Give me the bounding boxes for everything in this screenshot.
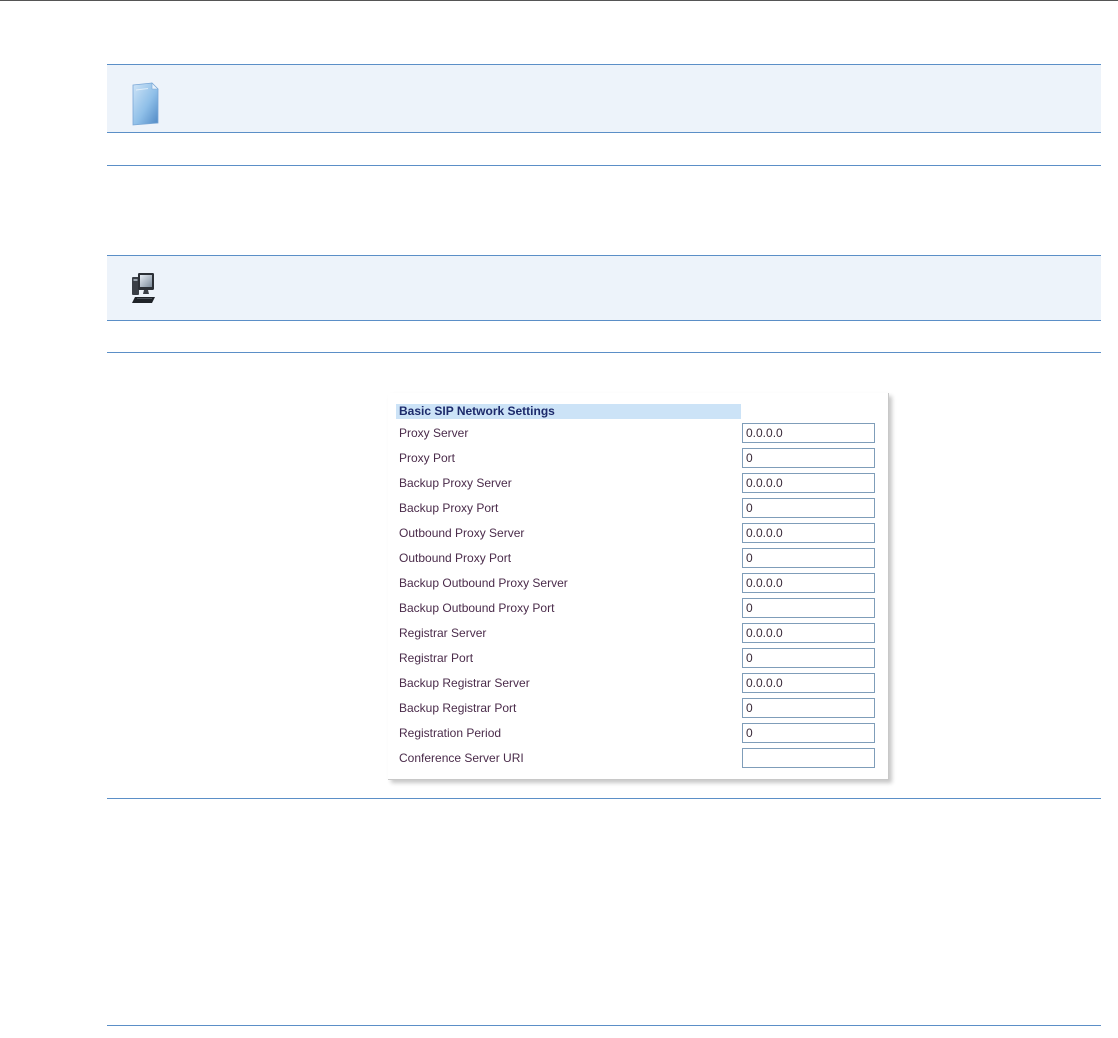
note-band (107, 65, 1101, 132)
field-label: Backup Outbound Proxy Server (399, 576, 568, 590)
field-row: Conference Server URI (388, 746, 888, 771)
field-label: Proxy Server (399, 426, 469, 440)
field-input[interactable] (742, 598, 875, 618)
field-row: Backup Proxy Port (388, 496, 888, 521)
panel-title: Basic SIP Network Settings (396, 404, 741, 419)
note-bottom-rule (107, 132, 1101, 133)
field-row: Registrar Server (388, 621, 888, 646)
field-label: Proxy Port (399, 451, 456, 465)
field-row: Backup Registrar Port (388, 696, 888, 721)
note-top-rule (107, 64, 1101, 65)
field-label: Registrar Server (399, 626, 487, 640)
web-ui-band (107, 256, 1101, 320)
field-label: Outbound Proxy Server (399, 526, 525, 540)
field-input[interactable] (742, 698, 875, 718)
field-row: Backup Proxy Server (388, 471, 888, 496)
field-row: Proxy Server (388, 421, 888, 446)
field-label: Outbound Proxy Port (399, 551, 512, 565)
field-input[interactable] (742, 723, 875, 743)
section-rule-2 (107, 352, 1101, 353)
field-label: Backup Registrar Port (399, 701, 517, 715)
web-ui-top-rule (107, 255, 1101, 256)
field-input[interactable] (742, 498, 875, 518)
field-input[interactable] (742, 473, 875, 493)
field-row: Backup Outbound Proxy Server (388, 571, 888, 596)
field-row: Proxy Port (388, 446, 888, 471)
field-input[interactable] (742, 573, 875, 593)
field-label: Backup Outbound Proxy Port (399, 601, 555, 615)
section-rule-1 (107, 165, 1101, 166)
document-icon (130, 81, 160, 126)
field-label: Backup Registrar Server (399, 676, 530, 690)
field-row: Registrar Port (388, 646, 888, 671)
basic-sip-network-settings-panel: Basic SIP Network Settings Proxy ServerP… (388, 393, 889, 780)
field-label: Registrar Port (399, 651, 474, 665)
page-top-rule (0, 0, 1118, 1)
field-row: Backup Outbound Proxy Port (388, 596, 888, 621)
section-rule-3 (107, 798, 1101, 799)
field-input[interactable] (742, 623, 875, 643)
field-label: Conference Server URI (399, 751, 524, 765)
field-input[interactable] (742, 448, 875, 468)
section-rule-4 (107, 1025, 1101, 1026)
field-input[interactable] (742, 648, 875, 668)
field-label: Registration Period (399, 726, 502, 740)
field-input[interactable] (742, 673, 875, 693)
web-ui-bottom-rule (107, 320, 1101, 321)
settings-field-list: Proxy Server Proxy Port Backup Proxy Serve… (388, 421, 888, 771)
field-label: Backup Proxy Server (399, 476, 512, 490)
field-row: Registration Period (388, 721, 888, 746)
field-label: Backup Proxy Port (399, 501, 499, 515)
field-input[interactable] (742, 748, 875, 768)
field-row: Backup Registrar Server (388, 671, 888, 696)
field-row: Outbound Proxy Server (388, 521, 888, 546)
field-input[interactable] (742, 523, 875, 543)
field-input[interactable] (742, 548, 875, 568)
field-row: Outbound Proxy Port (388, 546, 888, 571)
field-input[interactable] (742, 423, 875, 443)
computer-icon (130, 271, 158, 305)
